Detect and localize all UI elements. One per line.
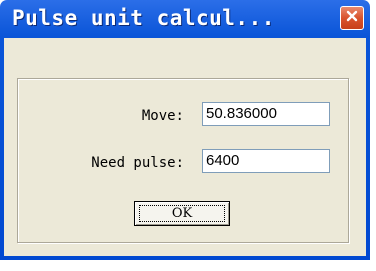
- dialog-body: Move: 50.836000 Need pulse: 6400 OK: [4, 38, 366, 256]
- close-button[interactable]: [340, 6, 364, 30]
- need-pulse-label: Need pulse:: [91, 155, 184, 171]
- move-label: Move:: [141, 108, 184, 124]
- title-bar[interactable]: Pulse unit calcul...: [4, 0, 366, 38]
- move-field[interactable]: 50.836000: [202, 102, 330, 126]
- dialog-window: Pulse unit calcul... Move: 50.836000 Nee…: [0, 0, 370, 260]
- close-icon: [345, 9, 359, 28]
- ok-button[interactable]: OK: [134, 201, 230, 226]
- ok-button-label: OK: [139, 205, 225, 222]
- need-pulse-field[interactable]: 6400: [202, 149, 330, 173]
- window-title: Pulse unit calcul...: [12, 6, 275, 30]
